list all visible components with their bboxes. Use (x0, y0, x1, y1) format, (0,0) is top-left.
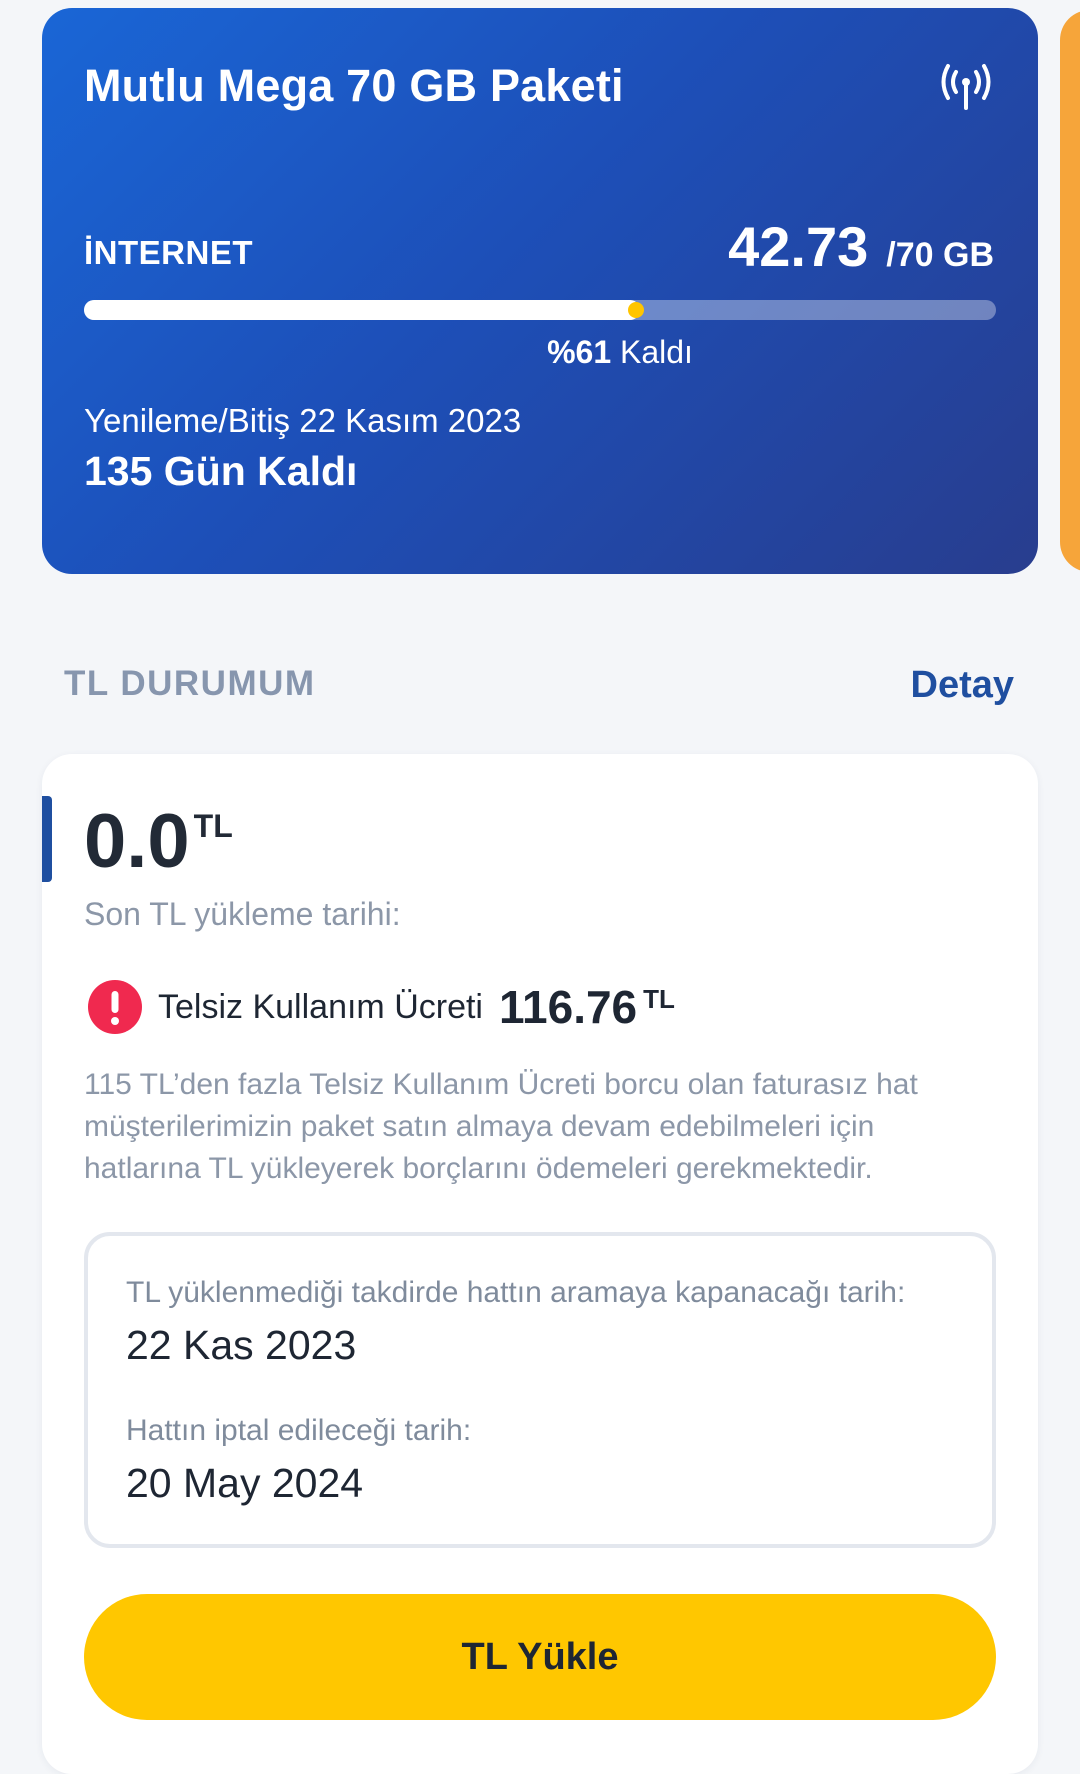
package-title: Mutlu Mega 70 GB Paketi (84, 60, 624, 111)
fee-warning-amount: 116.76 (498, 981, 638, 1033)
cancel-date-value: 20 May 2024 (126, 1460, 364, 1506)
tl-balance-amount: 0.0 (84, 799, 190, 884)
internet-progress-fill (84, 300, 641, 320)
exclamation-alert-icon (88, 980, 142, 1034)
fee-warning-label: Telsiz Kullanım Ücreti (158, 987, 483, 1026)
antenna-signal-icon (941, 64, 991, 110)
fee-warning: Telsiz Kullanım Ücreti 116.76 TL (88, 980, 675, 1034)
fee-warning-currency: TL (643, 984, 675, 1014)
cancel-date-label: Hattın iptal edileceği tarih: (126, 1414, 472, 1447)
tl-balance: 0.0 TL (84, 804, 233, 880)
tl-load-button[interactable]: TL Yükle (84, 1594, 996, 1720)
internet-progress-knob (628, 302, 645, 318)
last-load-label: Son TL yükleme tarihi: (84, 896, 401, 932)
tl-balance-currency: TL (193, 808, 233, 844)
internet-label: İNTERNET (84, 234, 253, 271)
detail-link[interactable]: Detay (911, 664, 1015, 707)
accent-bar (42, 796, 52, 882)
tl-status-card: 0.0 TL Son TL yükleme tarihi: Telsiz Kul… (42, 754, 1038, 1774)
internet-progress-bar (84, 300, 996, 320)
close-date-label: TL yüklenmediği takdirde hattın aramaya … (126, 1276, 906, 1309)
days-left: 135 Gün Kaldı (84, 448, 358, 494)
internet-used: 42.73 (728, 215, 869, 278)
line-dates-box: TL yüklenmediği takdirde hattın aramaya … (84, 1232, 996, 1548)
fee-warning-description: 115 TL’den fazla Telsiz Kullanım Ücreti … (84, 1068, 918, 1185)
next-package-card[interactable] (1060, 10, 1080, 572)
renew-date: Yenileme/Bitiş 22 Kasım 2023 (84, 402, 522, 439)
internet-amount: 42.73 /70 GB (728, 214, 994, 279)
package-card[interactable]: Mutlu Mega 70 GB Paketi İNTERNET 42.73 /… (42, 8, 1038, 574)
remaining-percent: %61 Kaldı (42, 334, 1038, 371)
remaining-percent-suffix: Kaldı (611, 334, 693, 370)
close-date-value: 22 Kas 2023 (126, 1322, 357, 1368)
section-title-tl-status: TL DURUMUM (64, 664, 316, 703)
remaining-percent-value: %61 (547, 334, 612, 370)
internet-total: /70 GB (886, 236, 994, 274)
